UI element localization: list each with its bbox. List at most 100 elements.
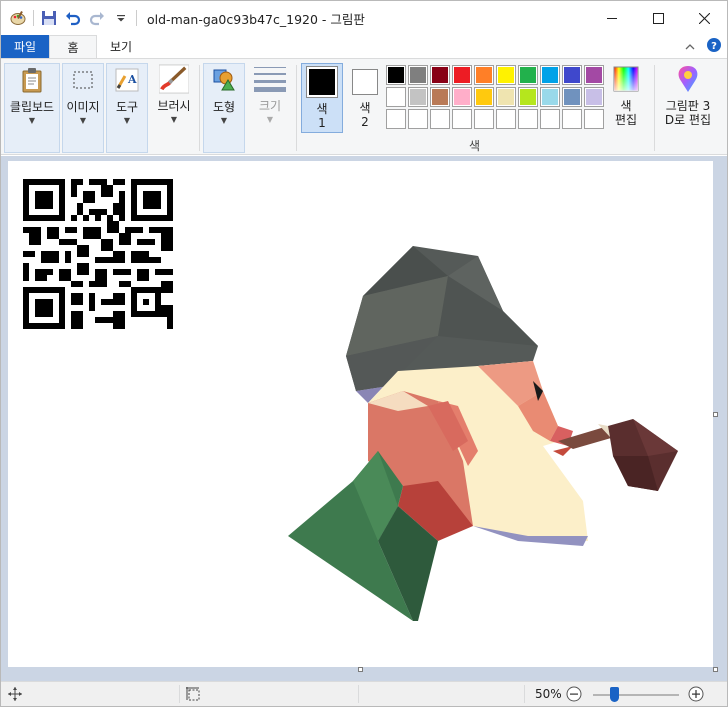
redo-icon[interactable] bbox=[88, 9, 106, 27]
color1-label: 색 bbox=[316, 102, 328, 116]
palette-swatch[interactable] bbox=[408, 109, 428, 129]
palette-swatch[interactable] bbox=[452, 65, 472, 85]
palette-swatch[interactable] bbox=[386, 65, 406, 85]
clipboard-label: 클립보드 bbox=[9, 100, 55, 114]
window-title: old-man-ga0c93b47c_1920 - 그림판 bbox=[147, 11, 365, 27]
resize-handle-right[interactable] bbox=[713, 412, 718, 417]
tabs-right-controls: ? bbox=[685, 38, 721, 55]
colors-group-label: 색 bbox=[469, 139, 481, 153]
palette-swatch[interactable] bbox=[430, 109, 450, 129]
tools-label: 도구 bbox=[115, 100, 139, 114]
svg-text:A: A bbox=[127, 73, 137, 86]
paint3d-icon bbox=[672, 63, 704, 95]
edit-colors-button[interactable]: 색 편집 bbox=[607, 63, 645, 153]
size-group[interactable]: 크기 ▼ bbox=[249, 63, 291, 153]
chevron-down-icon: ▼ bbox=[220, 116, 228, 125]
resize-handle-corner[interactable] bbox=[713, 667, 718, 672]
palette-swatch[interactable] bbox=[408, 87, 428, 107]
zoom-level: 50% bbox=[535, 687, 562, 701]
chevron-down-icon: ▼ bbox=[123, 116, 131, 125]
palette-swatch[interactable] bbox=[430, 65, 450, 85]
shapes-group[interactable]: 도형 ▼ bbox=[203, 63, 245, 153]
edit-colors-label-2: 편집 bbox=[614, 113, 638, 127]
palette-swatch[interactable] bbox=[474, 109, 494, 129]
palette-swatch[interactable] bbox=[452, 87, 472, 107]
cursor-position-icon bbox=[8, 687, 22, 704]
minimize-button[interactable] bbox=[589, 1, 635, 35]
color1-swatch bbox=[306, 66, 338, 98]
color2-swatch bbox=[352, 69, 378, 95]
palette-swatch[interactable] bbox=[496, 87, 516, 107]
save-icon[interactable] bbox=[40, 9, 58, 27]
palette-swatch[interactable] bbox=[540, 109, 560, 129]
window-controls bbox=[589, 1, 727, 35]
ribbon-tabs: 파일 홈 보기 ? bbox=[1, 35, 727, 58]
palette-swatch[interactable] bbox=[584, 87, 604, 107]
drawing-canvas[interactable] bbox=[8, 161, 713, 667]
clipboard-icon bbox=[16, 64, 48, 96]
color1-button[interactable]: 색 1 bbox=[301, 63, 343, 133]
palette-swatch[interactable] bbox=[562, 87, 582, 107]
edit-colors-label-1: 색 bbox=[620, 99, 632, 113]
chevron-down-icon: ▼ bbox=[266, 115, 274, 124]
brush-icon bbox=[158, 63, 190, 95]
palette-swatch[interactable] bbox=[474, 87, 494, 107]
tab-file[interactable]: 파일 bbox=[1, 35, 49, 58]
palette-swatch[interactable] bbox=[540, 65, 560, 85]
edit-with-paint3d-button[interactable]: 그림판 3 D로 편집 bbox=[657, 63, 719, 153]
status-bar: 50% bbox=[1, 681, 727, 706]
color2-button[interactable]: 색 2 bbox=[346, 63, 384, 133]
chevron-down-icon: ▼ bbox=[28, 116, 36, 125]
palette-swatch[interactable] bbox=[496, 65, 516, 85]
help-icon[interactable]: ? bbox=[707, 38, 721, 55]
zoom-slider[interactable] bbox=[593, 687, 679, 702]
tools-icon: A bbox=[111, 64, 143, 96]
color1-number: 1 bbox=[318, 116, 326, 130]
zoom-slider-thumb[interactable] bbox=[610, 687, 620, 702]
paint-app-icon[interactable] bbox=[9, 9, 27, 27]
chevron-down-icon: ▼ bbox=[170, 115, 178, 124]
palette-swatch[interactable] bbox=[474, 65, 494, 85]
palette-swatch[interactable] bbox=[496, 109, 516, 129]
clipboard-group[interactable]: 클립보드 ▼ bbox=[4, 63, 60, 153]
brushes-label: 브러시 bbox=[157, 99, 191, 113]
maximize-button[interactable] bbox=[635, 1, 681, 35]
palette-swatch[interactable] bbox=[562, 65, 582, 85]
tab-home[interactable]: 홈 bbox=[49, 35, 97, 58]
old-man-illustration bbox=[288, 246, 678, 621]
shapes-icon bbox=[208, 64, 240, 96]
tools-group[interactable]: A 도구 ▼ bbox=[106, 63, 148, 153]
line-size-icon bbox=[252, 63, 288, 95]
palette-swatch[interactable] bbox=[386, 87, 406, 107]
close-button[interactable] bbox=[681, 1, 727, 35]
undo-icon[interactable] bbox=[64, 9, 82, 27]
canvas-area[interactable] bbox=[1, 156, 727, 681]
palette-swatch[interactable] bbox=[386, 109, 406, 129]
title-bar: old-man-ga0c93b47c_1920 - 그림판 bbox=[1, 1, 727, 35]
palette-swatch[interactable] bbox=[584, 109, 604, 129]
palette-swatch[interactable] bbox=[518, 87, 538, 107]
paint3d-label-2: D로 편집 bbox=[664, 113, 712, 127]
collapse-ribbon-icon[interactable] bbox=[685, 40, 695, 54]
color-spectrum-icon bbox=[610, 63, 642, 95]
shapes-label: 도형 bbox=[212, 100, 236, 114]
image-group[interactable]: 이미지 ▼ bbox=[62, 63, 104, 153]
selection-size-icon bbox=[186, 687, 200, 704]
brushes-group[interactable]: 브러시 ▼ bbox=[151, 63, 197, 153]
palette-swatch[interactable] bbox=[518, 109, 538, 129]
customize-toolbar-icon[interactable] bbox=[112, 9, 130, 27]
palette-swatch[interactable] bbox=[540, 87, 560, 107]
resize-handle-bottom[interactable] bbox=[358, 667, 363, 672]
palette-swatch[interactable] bbox=[562, 109, 582, 129]
tab-view[interactable]: 보기 bbox=[97, 35, 145, 58]
palette-swatch[interactable] bbox=[408, 65, 428, 85]
ribbon: 클립보드 ▼ 이미지 ▼ A 도구 ▼ 브러시 ▼ 도형 ▼ 크기 ▼ 색 1 … bbox=[1, 58, 727, 155]
zoom-out-button[interactable] bbox=[566, 686, 582, 705]
zoom-in-button[interactable] bbox=[688, 686, 704, 705]
svg-text:?: ? bbox=[711, 41, 717, 52]
palette-swatch[interactable] bbox=[584, 65, 604, 85]
palette-swatch[interactable] bbox=[452, 109, 472, 129]
palette-swatch[interactable] bbox=[430, 87, 450, 107]
image-label: 이미지 bbox=[66, 100, 100, 114]
palette-swatch[interactable] bbox=[518, 65, 538, 85]
